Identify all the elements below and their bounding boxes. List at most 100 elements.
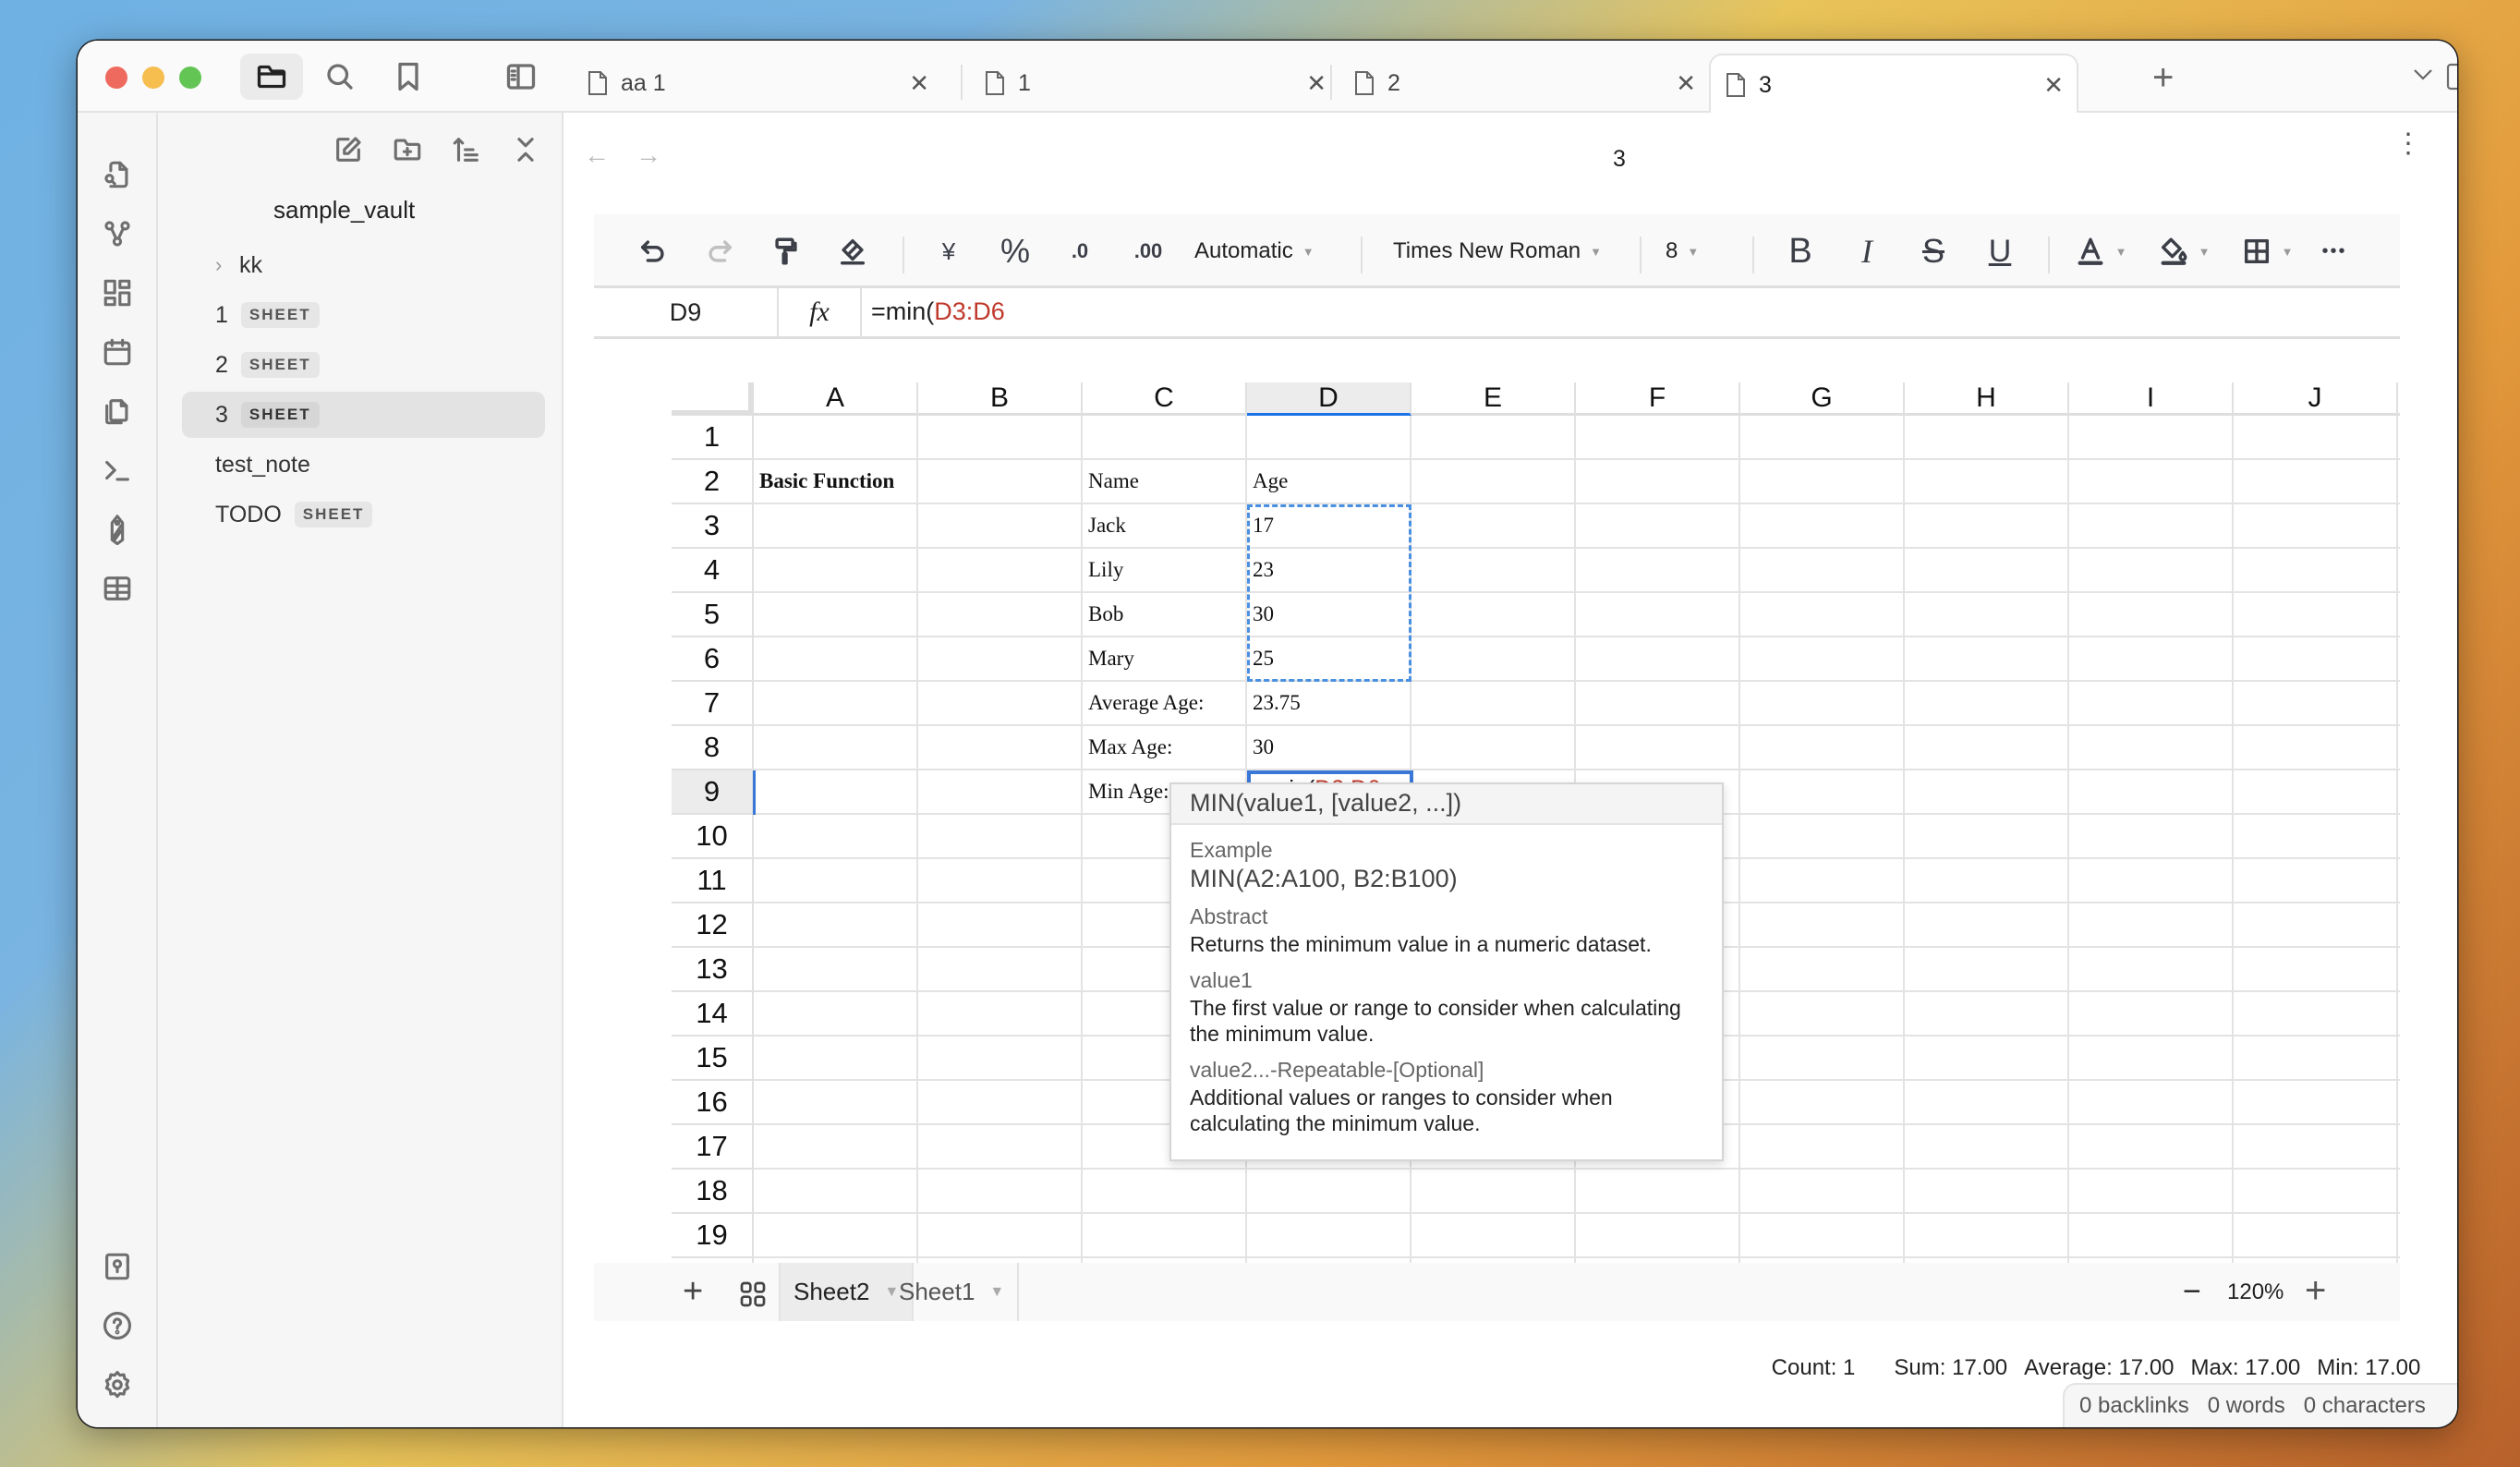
view-title[interactable]: 3 xyxy=(1613,146,1626,173)
new-folder-button[interactable] xyxy=(387,129,428,170)
cell-B17[interactable] xyxy=(918,1125,1083,1170)
cell-J17[interactable] xyxy=(2234,1125,2398,1170)
row-header[interactable]: 3 xyxy=(672,504,754,549)
cell-K3[interactable] xyxy=(2398,504,2400,549)
bookmarks-tab-button[interactable] xyxy=(377,54,440,100)
cell-I2[interactable] xyxy=(2069,460,2234,504)
left-sidebar-toggle[interactable] xyxy=(490,54,552,100)
cell-H10[interactable] xyxy=(1905,815,2069,859)
close-tab-button[interactable]: ✕ xyxy=(2043,71,2064,100)
cell-B9[interactable] xyxy=(918,770,1083,815)
tab-list-button[interactable] xyxy=(2413,63,2433,87)
row-header[interactable]: 8 xyxy=(672,726,754,770)
cell-B8[interactable] xyxy=(918,726,1083,770)
cell-F5[interactable] xyxy=(1576,593,1740,637)
column-header[interactable]: G xyxy=(1740,382,1905,416)
cell-I8[interactable] xyxy=(2069,726,2234,770)
collapse-all-button[interactable] xyxy=(505,129,546,170)
daily-note-button[interactable] xyxy=(96,331,139,373)
cell-C5[interactable]: Bob xyxy=(1083,593,1247,637)
cell-G1[interactable] xyxy=(1740,416,1905,460)
cell-A13[interactable] xyxy=(754,948,918,992)
cell-B4[interactable] xyxy=(918,549,1083,593)
cell-D4[interactable]: 23 xyxy=(1247,549,1411,593)
increase-decimal-button[interactable]: .00 xyxy=(1122,229,1174,273)
cell-A2[interactable]: Basic Function xyxy=(754,460,918,504)
cell-H15[interactable] xyxy=(1905,1037,2069,1081)
back-button[interactable]: ← xyxy=(584,140,610,170)
row-header[interactable]: 12 xyxy=(672,903,754,948)
cell-K19[interactable] xyxy=(2398,1214,2400,1258)
cell-G2[interactable] xyxy=(1740,460,1905,504)
cell-H14[interactable] xyxy=(1905,992,2069,1037)
tab-3[interactable]: 2 ✕ xyxy=(1339,54,1709,113)
cell-A3[interactable] xyxy=(754,504,918,549)
formula-input[interactable]: =min(D3:D6 xyxy=(871,297,1005,326)
cell-A7[interactable] xyxy=(754,682,918,726)
tab-1[interactable]: aa 1 ✕ xyxy=(573,54,942,113)
more-tools-button[interactable]: ••• xyxy=(2312,229,2356,273)
cell-C6[interactable]: Mary xyxy=(1083,637,1247,682)
tab-2[interactable]: 1 ✕ xyxy=(970,54,1339,113)
column-header[interactable]: C xyxy=(1083,382,1247,416)
cell-H11[interactable] xyxy=(1905,859,2069,903)
cell-K8[interactable] xyxy=(2398,726,2400,770)
cell-C18[interactable] xyxy=(1083,1170,1247,1214)
cell-B7[interactable] xyxy=(918,682,1083,726)
cell-B5[interactable] xyxy=(918,593,1083,637)
right-sidebar-toggle[interactable] xyxy=(2446,63,2457,91)
cell-I14[interactable] xyxy=(2069,992,2234,1037)
cell-J3[interactable] xyxy=(2234,504,2398,549)
cell-H17[interactable] xyxy=(1905,1125,2069,1170)
all-sheets-button[interactable] xyxy=(738,1279,768,1309)
cell-G7[interactable] xyxy=(1740,682,1905,726)
cell-I13[interactable] xyxy=(2069,948,2234,992)
cell-A14[interactable] xyxy=(754,992,918,1037)
file-tree-item[interactable]: 3 SHEET xyxy=(182,392,545,438)
cell-K14[interactable] xyxy=(2398,992,2400,1037)
cell-name-box[interactable]: D9 xyxy=(594,288,779,336)
new-tab-button[interactable]: + xyxy=(2152,57,2174,99)
cell-G17[interactable] xyxy=(1740,1125,1905,1170)
cell-F19[interactable] xyxy=(1576,1214,1740,1258)
file-tree-item[interactable]: TODO SHEET xyxy=(182,491,545,538)
cell-E7[interactable] xyxy=(1411,682,1576,726)
search-tab-button[interactable] xyxy=(309,54,371,100)
cell-J5[interactable] xyxy=(2234,593,2398,637)
cell-K13[interactable] xyxy=(2398,948,2400,992)
cell-J14[interactable] xyxy=(2234,992,2398,1037)
column-header[interactable]: A xyxy=(754,382,918,416)
cell-A11[interactable] xyxy=(754,859,918,903)
row-header[interactable]: 11 xyxy=(672,859,754,903)
column-header[interactable] xyxy=(2398,382,2400,416)
text-color-button[interactable]: ▼ xyxy=(2068,229,2133,273)
row-header[interactable]: 5 xyxy=(672,593,754,637)
strikethrough-button[interactable]: S xyxy=(1911,229,1956,273)
cell-H19[interactable] xyxy=(1905,1214,2069,1258)
row-header[interactable]: 9 xyxy=(672,770,754,815)
cell-D6[interactable]: 25 xyxy=(1247,637,1411,682)
new-note-button[interactable] xyxy=(328,129,369,170)
cell-I19[interactable] xyxy=(2069,1214,2234,1258)
cell-I4[interactable] xyxy=(2069,549,2234,593)
cell-I9[interactable] xyxy=(2069,770,2234,815)
backlinks-count[interactable]: 0 backlinks xyxy=(2079,1393,2189,1419)
percent-format-button[interactable]: % xyxy=(993,229,1037,273)
cell-I17[interactable] xyxy=(2069,1125,2234,1170)
cell-F7[interactable] xyxy=(1576,682,1740,726)
cell-H18[interactable] xyxy=(1905,1170,2069,1214)
cell-H16[interactable] xyxy=(1905,1081,2069,1125)
column-header[interactable]: D xyxy=(1247,382,1411,416)
cell-C3[interactable]: Jack xyxy=(1083,504,1247,549)
cell-K18[interactable] xyxy=(2398,1170,2400,1214)
cell-B6[interactable] xyxy=(918,637,1083,682)
canvas-button[interactable] xyxy=(96,272,139,314)
vault-switcher-button[interactable] xyxy=(96,1245,139,1288)
zoom-out-button[interactable]: − xyxy=(2183,1274,2201,1310)
cell-G15[interactable] xyxy=(1740,1037,1905,1081)
cell-F6[interactable] xyxy=(1576,637,1740,682)
new-sheet-button[interactable] xyxy=(96,567,139,610)
currency-format-button[interactable]: ¥ xyxy=(927,229,971,273)
zoom-in-button[interactable]: + xyxy=(2305,1270,2326,1312)
cell-H7[interactable] xyxy=(1905,682,2069,726)
